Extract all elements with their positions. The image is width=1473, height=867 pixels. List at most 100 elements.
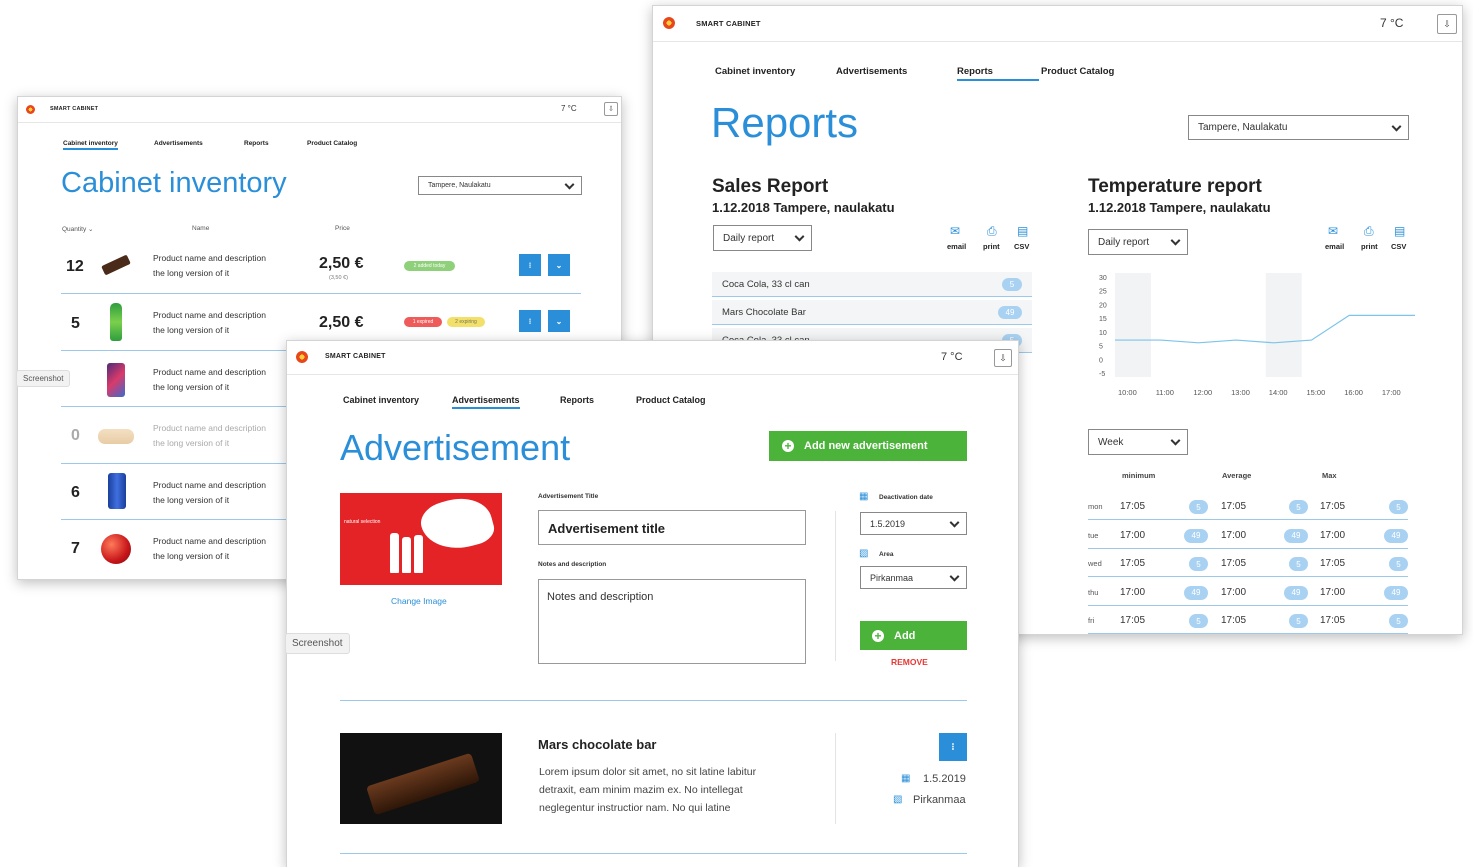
logo-icon — [663, 17, 675, 29]
max-badge: 49 — [1384, 528, 1408, 543]
section-divider — [340, 700, 967, 701]
change-image-link[interactable]: Change Image — [391, 596, 447, 606]
deactivation-date-select[interactable]: 1.5.2019 — [860, 512, 967, 535]
vertical-divider — [835, 511, 836, 661]
row-desc: the long version of it — [153, 268, 230, 278]
user-icon[interactable]: ⇩ — [994, 349, 1012, 367]
ad-title-input[interactable]: Advertisement title — [538, 510, 806, 545]
expand-button[interactable]: ⌄ — [548, 310, 570, 332]
chart-column-band — [1265, 273, 1302, 377]
temperature-row[interactable]: thu 17:00 17:00 17:00 49 49 49 — [1088, 580, 1408, 606]
temperature-row[interactable]: tue 17:00 17:00 17:00 49 49 49 — [1088, 523, 1408, 549]
item-menu-button[interactable]: ⁝ — [939, 733, 967, 761]
tab-product-catalog[interactable]: Product Catalog — [636, 395, 706, 405]
bottle-graphic — [414, 535, 423, 573]
user-icon[interactable]: ⇩ — [1437, 14, 1457, 34]
tab-product-catalog[interactable]: Product Catalog — [307, 140, 357, 147]
print-icon[interactable]: ⎙ — [987, 224, 997, 239]
sales-row[interactable]: Mars Chocolate Bar 49 — [712, 300, 1032, 325]
max-badge: 49 — [1384, 585, 1408, 600]
avg-value: 17:00 — [1221, 586, 1247, 598]
soda-can-icon — [108, 473, 126, 509]
info-button[interactable]: ⁝ — [519, 254, 541, 276]
min-badge: 5 — [1189, 557, 1208, 571]
col-quantity[interactable]: Quantity ⌄ — [62, 225, 93, 233]
print-label[interactable]: print — [983, 242, 1000, 251]
tab-advertisements[interactable]: Advertisements — [452, 395, 520, 409]
plus-icon: + — [782, 440, 794, 452]
add-button[interactable]: + Add — [860, 621, 967, 650]
bottle-graphic — [402, 537, 411, 573]
area-select[interactable]: Pirkanmaa — [860, 566, 967, 589]
sales-period-select[interactable]: Daily report — [713, 225, 812, 251]
tab-advertisements[interactable]: Advertisements — [154, 140, 203, 147]
temperature-row[interactable]: wed 17:05 17:05 17:05 5 5 5 — [1088, 551, 1408, 577]
logo-icon — [296, 351, 308, 363]
tab-cabinet-inventory[interactable]: Cabinet inventory — [63, 140, 118, 150]
tab-product-catalog[interactable]: Product Catalog — [1041, 66, 1114, 77]
print-icon[interactable]: ⎙ — [1364, 224, 1374, 239]
row-qty: 12 — [66, 258, 84, 275]
row-desc: the long version of it — [153, 382, 230, 392]
header-minimum: minimum — [1122, 471, 1156, 480]
min-badge: 49 — [1184, 528, 1208, 543]
tab-reports[interactable]: Reports — [957, 66, 1039, 81]
chart-column-band — [1341, 273, 1377, 377]
email-icon[interactable]: ✉ — [1328, 224, 1338, 238]
y-tick-label: 20 — [1099, 302, 1107, 309]
brand: SMART CABINET — [696, 19, 761, 28]
temperature-period-select[interactable]: Daily report — [1088, 229, 1188, 255]
row-desc: the long version of it — [153, 495, 230, 505]
week-select[interactable]: Week — [1088, 429, 1188, 455]
tab-reports[interactable]: Reports — [560, 395, 594, 405]
avg-badge: 5 — [1289, 557, 1308, 571]
location-select[interactable]: Tampere, Naulakatu — [418, 176, 582, 195]
row-divider — [61, 293, 581, 294]
tab-reports[interactable]: Reports — [244, 140, 269, 147]
row-price: 2,50 € — [319, 314, 364, 331]
remove-button[interactable]: REMOVE — [891, 657, 928, 667]
csv-icon[interactable]: ▤ — [1017, 224, 1028, 238]
csv-label[interactable]: CSV — [1014, 242, 1029, 251]
ad-image-text: natural selection — [344, 519, 381, 525]
temperature-period-value: Daily report — [1098, 236, 1150, 248]
y-tick-label: 30 — [1099, 275, 1107, 282]
temperature-row[interactable]: fri 17:05 17:05 17:05 5 5 5 — [1088, 608, 1408, 634]
screenshot-label: Screenshot — [16, 370, 71, 387]
avg-badge: 5 — [1289, 500, 1308, 514]
item-date: 1.5.2019 — [923, 773, 966, 785]
location-select[interactable]: Tampere, Naulakatu — [1188, 115, 1409, 140]
status-badge: 1 expired — [404, 317, 442, 327]
info-button[interactable]: ⁝ — [519, 310, 541, 332]
add-new-advertisement-button[interactable]: + Add new advertisement — [769, 431, 967, 461]
notes-textarea[interactable]: Notes and description — [538, 579, 806, 664]
email-label[interactable]: email — [1325, 242, 1344, 251]
print-label[interactable]: print — [1361, 242, 1378, 251]
y-tick-label: 5 — [1099, 344, 1103, 351]
user-icon[interactable]: ⇩ — [604, 102, 618, 116]
row-price: 2,50 € — [319, 255, 364, 272]
email-label[interactable]: email — [947, 242, 966, 251]
email-icon[interactable]: ✉ — [950, 224, 960, 238]
avg-badge: 49 — [1284, 585, 1308, 600]
x-tick-label: 16:00 — [1344, 388, 1363, 397]
min-value: 17:05 — [1120, 558, 1146, 569]
avg-badge: 5 — [1289, 614, 1308, 628]
dinosaur-graphic — [416, 493, 498, 558]
tab-cabinet-inventory[interactable]: Cabinet inventory — [343, 395, 419, 405]
tab-advertisements[interactable]: Advertisements — [836, 66, 907, 77]
sales-row[interactable]: Coca Cola, 33 cl can 5 — [712, 272, 1032, 297]
day-label: thu — [1088, 587, 1099, 597]
tab-cabinet-inventory[interactable]: Cabinet inventory — [715, 66, 795, 77]
page-title: Cabinet inventory — [61, 167, 287, 199]
ad-title-value: Advertisement title — [548, 521, 666, 536]
expand-button[interactable]: ⌄ — [548, 254, 570, 276]
advertisement-window: SMART CABINET 7 °C ⇩ Cabinet inventory A… — [286, 340, 1019, 867]
add-label: Add — [894, 629, 916, 642]
y-tick-label: 0 — [1099, 357, 1103, 364]
max-value: 17:05 — [1320, 501, 1346, 512]
csv-icon[interactable]: ▤ — [1394, 224, 1405, 238]
csv-label[interactable]: CSV — [1391, 242, 1406, 251]
temperature-row[interactable]: mon 17:05 17:05 17:05 5 5 5 — [1088, 494, 1408, 520]
add-new-label: Add new advertisement — [804, 440, 928, 452]
